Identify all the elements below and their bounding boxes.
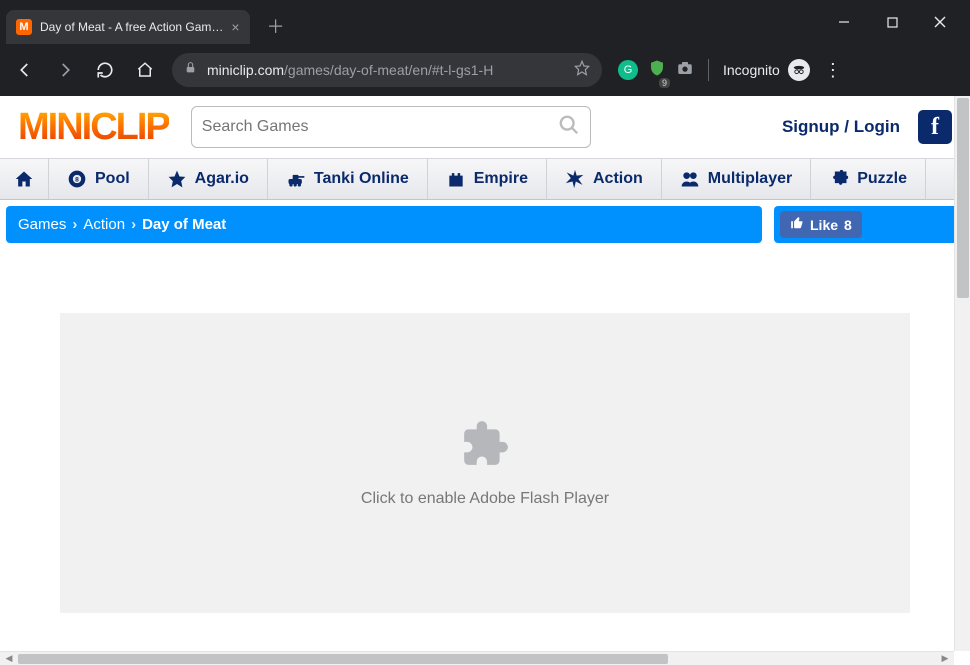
nav-label: Multiplayer [708,170,792,188]
horizontal-scrollbar[interactable]: ◀ ▶ [0,651,954,665]
puzzle-icon [829,169,849,189]
game-flash-container[interactable]: Click to enable Adobe Flash Player [60,313,910,613]
svg-text:8: 8 [75,177,79,184]
nav-label: Agar.io [195,170,249,188]
tab-title: Day of Meat - A free Action Gam… [40,20,223,34]
facebook-icon[interactable]: f [918,110,952,144]
vertical-scrollbar[interactable] [954,96,970,651]
scroll-left-arrow-icon[interactable]: ◀ [2,652,16,664]
window-maximize-button[interactable] [870,7,914,37]
tank-icon [286,169,306,189]
incognito-indicator[interactable]: Incognito [723,59,810,81]
back-button[interactable] [8,53,42,87]
browser-menu-button[interactable]: ⋮ [816,60,850,81]
breadcrumb-current: Day of Meat [142,216,226,233]
like-container: Like 8 [774,206,964,243]
breadcrumb-sep: › [72,216,77,233]
breadcrumb-sep: › [131,216,136,233]
grammarly-extension-icon[interactable]: G [618,60,638,80]
vertical-scroll-thumb[interactable] [957,98,969,298]
nav-label: Empire [474,170,528,188]
address-bar[interactable]: miniclip.com/games/day-of-meat/en/#t-l-g… [172,53,602,87]
nav-item-puzzle[interactable]: Puzzle [811,159,926,199]
extensions-area: G 9 [618,59,694,82]
nav-label: Puzzle [857,170,907,188]
browser-chrome: M Day of Meat - A free Action Gam… × ＋ m… [0,0,970,96]
breadcrumb-action[interactable]: Action [83,216,125,233]
signup-login-link[interactable]: Signup / Login [782,117,900,137]
nav-item-agario[interactable]: Agar.io [149,159,268,199]
browser-tab[interactable]: M Day of Meat - A free Action Gam… × [6,10,250,44]
thumbs-up-icon [790,216,804,233]
star-icon [167,169,187,189]
auth-area: Signup / Login f [782,110,952,144]
camera-extension-icon[interactable] [676,59,694,82]
search-icon[interactable] [558,114,580,141]
window-minimize-button[interactable] [822,7,866,37]
reload-button[interactable] [88,53,122,87]
nav-item-empire[interactable]: Empire [428,159,547,199]
nav-label: Tanki Online [314,170,409,188]
scroll-right-arrow-icon[interactable]: ▶ [938,652,952,664]
lock-icon [184,61,197,79]
shield-extension-icon[interactable]: 9 [648,59,666,82]
search-box[interactable] [191,106,591,148]
new-tab-button[interactable]: ＋ [262,12,290,40]
facebook-like-button[interactable]: Like 8 [780,211,862,238]
home-button[interactable] [128,53,162,87]
page-content: MINICLIP Signup / Login f 8 Pool Agar.io… [0,96,970,651]
miniclip-logo[interactable]: MINICLIP [18,108,169,146]
home-icon [14,169,34,189]
nav-item-multiplayer[interactable]: Multiplayer [662,159,811,199]
window-controls [822,7,962,37]
flash-plugin-icon [460,419,510,474]
search-input[interactable] [202,118,558,136]
forward-button[interactable] [48,53,82,87]
breadcrumb-games[interactable]: Games [18,216,66,233]
incognito-icon [788,59,810,81]
browser-titlebar: M Day of Meat - A free Action Gam… × ＋ [0,0,970,44]
castle-icon [446,169,466,189]
tab-favicon-miniclip-icon: M [16,19,32,35]
nav-item-tanki[interactable]: Tanki Online [268,159,428,199]
nav-item-home[interactable] [0,159,49,199]
browser-toolbar: miniclip.com/games/day-of-meat/en/#t-l-g… [0,44,970,96]
nav-item-action[interactable]: Action [547,159,662,199]
breadcrumb: Games › Action › Day of Meat [6,206,762,243]
url-text: miniclip.com/games/day-of-meat/en/#t-l-g… [207,62,493,78]
nav-label: Pool [95,170,130,188]
tab-close-icon[interactable]: × [231,20,239,34]
flash-enable-text: Click to enable Adobe Flash Player [361,490,609,508]
breadcrumb-row: Games › Action › Day of Meat Like 8 [0,200,970,243]
pool-ball-icon: 8 [67,169,87,189]
window-close-button[interactable] [918,7,962,37]
site-header: MINICLIP Signup / Login f [0,96,970,158]
extension-badge: 9 [659,78,670,88]
category-nav: 8 Pool Agar.io Tanki Online Empire Actio… [0,158,970,200]
nav-label: Action [593,170,643,188]
toolbar-divider [708,59,709,81]
horizontal-scroll-thumb[interactable] [18,654,668,664]
burst-icon [565,169,585,189]
bookmark-star-icon[interactable] [574,60,590,81]
nav-item-pool[interactable]: 8 Pool [49,159,149,199]
people-icon [680,169,700,189]
